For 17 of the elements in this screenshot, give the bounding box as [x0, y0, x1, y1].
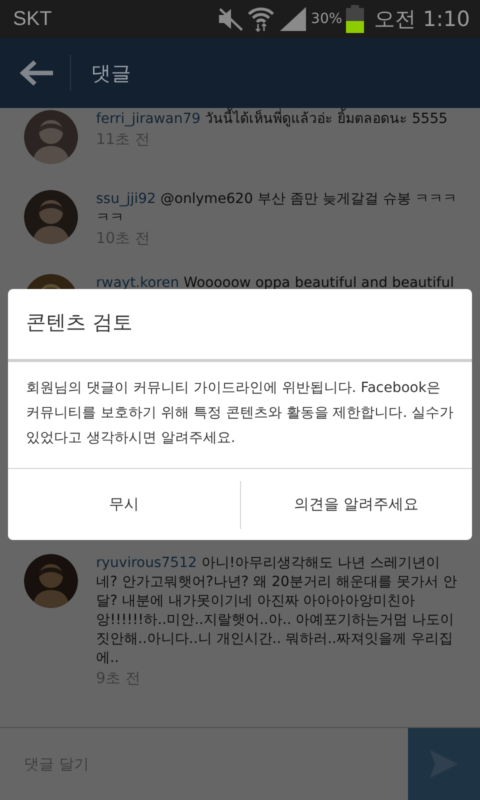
battery-icon	[346, 5, 364, 33]
battery-percentage: 30%	[311, 11, 342, 27]
comment-text: ryuvirous7512 아니!아무리생각해도 나년 스레기년이네? 안가고뭐햇어?나년? 왜 20분거리 해운대를 못가서 안달? 내분에 내가못이기네 아진짜 아아아아앙미친아앙!!!!!!하..미안..지랄햇어..아.. 아예포기하는거멈 나도이짓안해..아니다..니 개인시간.. 뭐하러..짜져잇을께 우리집에..	[96, 554, 458, 668]
clock-time: 오전 1:10	[374, 6, 470, 33]
carrier-name: SKT	[13, 8, 52, 30]
wifi-icon	[247, 6, 276, 32]
comment-text: ferri_jirawan79 วันนี้ได้เห็นพี่ดูแล้วอ่ะ ยิ้มตลอดนะ 5555	[96, 110, 448, 129]
back-arrow-icon	[19, 59, 55, 87]
dialog-title: 콘텐츠 검토	[8, 289, 472, 362]
mute-icon	[217, 7, 244, 31]
username-link[interactable]: ssu_jji92	[96, 191, 156, 207]
signal-icon	[279, 6, 308, 32]
comment-text: ssu_jji92 @onlyme620 부산 좀만 늦게갈걸 슈봉 ㅋㅋㅋㅋㅋ	[96, 190, 458, 228]
username-link[interactable]: ferri_jirawan79	[96, 111, 201, 127]
username-link[interactable]: ryuvirous7512	[96, 555, 197, 571]
header-title: 댓글	[91, 60, 131, 86]
username-link[interactable]: rwayt.koren	[96, 275, 180, 291]
